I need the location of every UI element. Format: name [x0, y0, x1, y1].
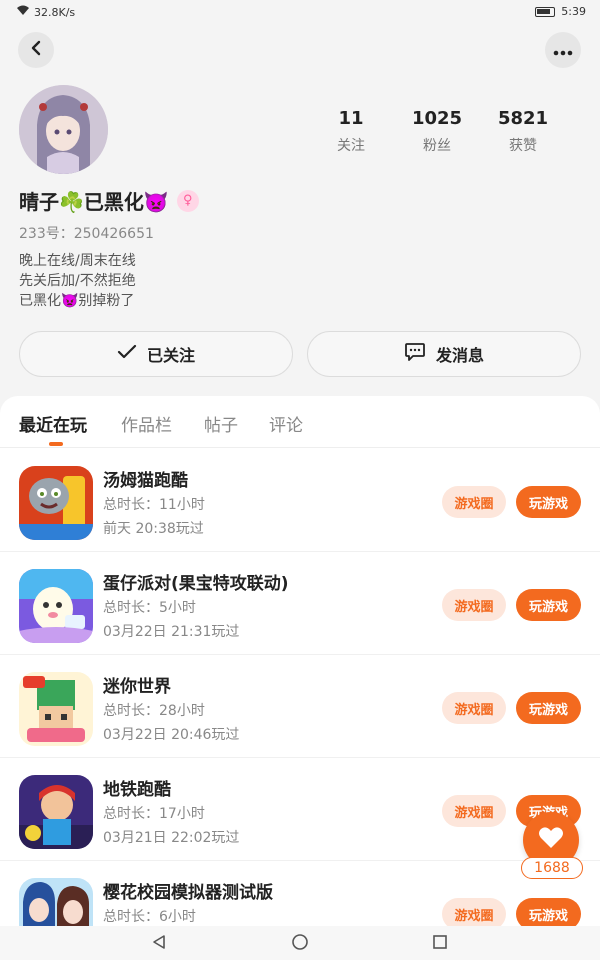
send-message-button[interactable]: 发消息 — [307, 331, 581, 377]
system-nav-bar — [0, 926, 600, 960]
game-title: 樱花校园模拟器测试版 — [103, 883, 273, 903]
tab-works[interactable]: 作品栏 — [121, 411, 172, 436]
game-title: 地铁跑酷 — [103, 780, 171, 800]
followed-label: 已关注 — [146, 346, 195, 365]
heart-icon — [538, 826, 564, 854]
tab-posts[interactable]: 帖子 — [204, 411, 238, 436]
game-duration: 总时长：11小时 — [103, 497, 205, 513]
nav-recents-button[interactable] — [430, 934, 450, 954]
game-icon-sakura-school — [19, 878, 93, 930]
play-game-button[interactable]: 玩游戏 — [516, 692, 581, 724]
game-title: 迷你世界 — [103, 677, 171, 697]
battery-icon — [535, 6, 556, 17]
female-gender-icon: ♀ — [176, 189, 199, 212]
game-duration: 总时长：28小时 — [103, 703, 205, 719]
like-count: 1688 — [521, 857, 583, 879]
more-button[interactable] — [545, 32, 581, 68]
square-recents-icon — [432, 934, 448, 954]
clock: 5:39 — [561, 5, 586, 18]
stat-following[interactable]: 11 关注 — [311, 108, 391, 155]
avatar[interactable] — [19, 85, 108, 174]
nav-back-button[interactable] — [149, 934, 169, 954]
followed-button[interactable]: 已关注 — [19, 331, 293, 377]
game-last-played: 03月22日 20:46玩过 — [103, 727, 240, 743]
bio-line: 已黑化👿别掉粉了 — [19, 293, 135, 309]
content-card: 最近在玩 作品栏 帖子 评论 汤姆猫跑酷 总时长：11小时 前天 20:38玩过… — [0, 396, 600, 930]
tab-comments[interactable]: 评论 — [269, 411, 303, 436]
stat-label: 获赞 — [509, 138, 537, 154]
bio-line: 先关后加/不然拒绝 — [19, 273, 136, 289]
tab-recently-played[interactable]: 最近在玩 — [19, 411, 87, 436]
profile-uid: 233号：250426651 — [19, 226, 154, 242]
stat-label: 粉丝 — [423, 138, 451, 154]
nav-home-button[interactable] — [290, 934, 310, 954]
tab-bar: 最近在玩 作品栏 帖子 评论 — [0, 396, 600, 448]
game-icon-mini-world — [19, 672, 93, 746]
game-last-played: 03月22日 21:31玩过 — [103, 624, 240, 640]
game-duration: 总时长：5小时 — [103, 600, 196, 616]
bio-line: 晚上在线/周末在线 — [19, 253, 136, 269]
name-row: 晴子☘️已黑化👿 ♀ — [19, 186, 199, 215]
wifi-icon — [16, 5, 30, 19]
more-dots-icon — [553, 41, 573, 60]
status-left: 32.8K/s — [16, 5, 75, 19]
game-circle-button[interactable]: 游戏圈 — [442, 589, 506, 621]
game-row[interactable]: 迷你世界 总时长：28小时 03月22日 20:46玩过 游戏圈 玩游戏 — [0, 655, 600, 758]
stat-value: 5821 — [497, 108, 549, 129]
profile-name: 晴子☘️已黑化👿 — [19, 190, 169, 214]
circle-home-icon — [291, 933, 309, 955]
checkmark-icon — [117, 344, 137, 364]
game-title: 汤姆猫跑酷 — [103, 471, 188, 491]
game-row[interactable]: 蛋仔派对(果宝特攻联动) 总时长：5小时 03月22日 21:31玩过 游戏圈 … — [0, 552, 600, 655]
game-icon-eggy-party — [19, 569, 93, 643]
game-circle-button[interactable]: 游戏圈 — [442, 795, 506, 827]
game-last-played: 03月21日 22:02玩过 — [103, 830, 240, 846]
game-icon-talking-tom — [19, 466, 93, 540]
stat-fans[interactable]: 1025 粉丝 — [397, 108, 477, 155]
play-game-button[interactable]: 玩游戏 — [516, 589, 581, 621]
game-duration: 总时长：17小时 — [103, 806, 205, 822]
game-duration: 总时长：6小时 — [103, 909, 196, 925]
back-arrow-icon — [29, 40, 43, 60]
game-circle-button[interactable]: 游戏圈 — [442, 486, 506, 518]
chat-bubble-icon — [404, 342, 426, 366]
stat-label: 关注 — [337, 138, 365, 154]
tab-indicator — [49, 442, 63, 446]
stat-likes[interactable]: 5821 获赞 — [483, 108, 563, 155]
status-bar: 32.8K/s 5:39 — [0, 0, 600, 26]
game-icon-subway-surfers — [19, 775, 93, 849]
game-row[interactable]: 汤姆猫跑酷 总时长：11小时 前天 20:38玩过 游戏圈 玩游戏 — [0, 449, 600, 552]
stat-value: 11 — [338, 108, 364, 129]
back-button[interactable] — [18, 32, 54, 68]
stat-value: 1025 — [411, 108, 463, 129]
triangle-back-icon — [151, 934, 167, 954]
network-speed: 32.8K/s — [34, 5, 76, 19]
play-game-button[interactable]: 玩游戏 — [516, 486, 581, 518]
send-message-label: 发消息 — [435, 346, 484, 365]
game-last-played: 前天 20:38玩过 — [103, 521, 204, 537]
game-row[interactable]: 樱花校园模拟器测试版 总时长：6小时 游戏圈 玩游戏 — [0, 861, 600, 930]
status-right: 5:39 — [535, 5, 586, 18]
game-row[interactable]: 地铁跑酷 总时长：17小时 03月21日 22:02玩过 游戏圈 玩游戏 — [0, 758, 600, 861]
game-circle-button[interactable]: 游戏圈 — [442, 692, 506, 724]
profile-bio: 晚上在线/周末在线 先关后加/不然拒绝 已黑化👿别掉粉了 — [19, 251, 136, 311]
game-title: 蛋仔派对(果宝特攻联动) — [103, 574, 289, 594]
